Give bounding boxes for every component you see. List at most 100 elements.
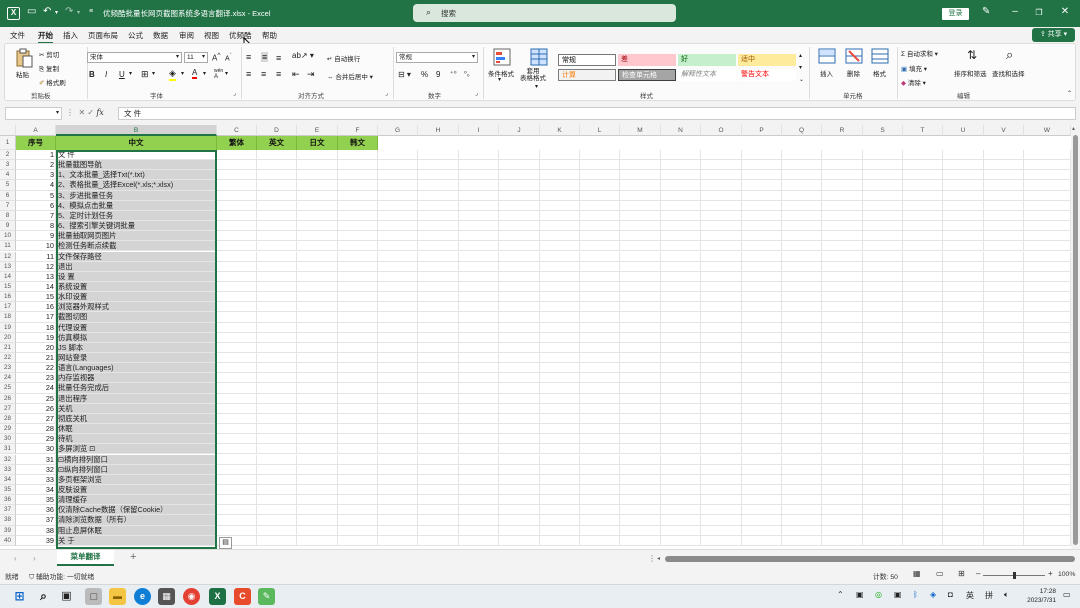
grid-cell[interactable]	[661, 261, 701, 272]
grid-cell[interactable]	[257, 261, 297, 272]
grid-cell[interactable]	[943, 383, 984, 394]
grid-cell[interactable]	[257, 322, 297, 333]
row-number-cell[interactable]: 4	[16, 180, 56, 191]
grid-cell[interactable]	[863, 251, 903, 262]
grid-cell[interactable]	[782, 393, 822, 404]
chinese-text-cell[interactable]: 阻止息屏休眠	[56, 525, 217, 536]
vertical-scrollbar[interactable]: ▴	[1071, 125, 1080, 549]
grid-cell[interactable]	[499, 150, 540, 161]
delete-cells-icon[interactable]	[845, 48, 863, 64]
grid-cell[interactable]	[540, 271, 580, 282]
grid-cell[interactable]	[943, 200, 984, 211]
grid-cell[interactable]	[1024, 383, 1071, 394]
grid-cell[interactable]	[742, 190, 782, 201]
row-header[interactable]: 9	[0, 221, 16, 232]
search-box[interactable]: ⌕ 搜索	[413, 4, 676, 22]
grid-cell[interactable]	[257, 342, 297, 353]
merge-center-button[interactable]: ⇔ 合并后居中 ▾	[327, 71, 373, 81]
grid-cell[interactable]	[459, 271, 499, 282]
grid-cell[interactable]	[499, 393, 540, 404]
grid-cell[interactable]	[378, 180, 418, 191]
grid-cell[interactable]	[903, 241, 943, 252]
grid-cell[interactable]	[984, 444, 1024, 455]
ime-mode[interactable]: 拼	[985, 590, 993, 601]
grid-cell[interactable]	[418, 190, 459, 201]
grid-cell[interactable]	[1024, 150, 1071, 161]
grid-cell[interactable]	[661, 363, 701, 374]
grid-cell[interactable]	[580, 444, 620, 455]
row-header[interactable]: 6	[0, 190, 16, 201]
grid-cell[interactable]	[378, 221, 418, 232]
column-header[interactable]: A	[16, 125, 56, 136]
tab-split-handle-icon[interactable]: ⋮	[648, 554, 656, 563]
grid-cell[interactable]	[540, 353, 580, 364]
grid-cell[interactable]	[782, 525, 822, 536]
scroll-left-icon[interactable]: ◂	[657, 555, 660, 562]
chinese-text-cell[interactable]: 3、步进批量任务	[56, 190, 217, 201]
grid-cell[interactable]	[459, 251, 499, 262]
grid-cell[interactable]	[580, 535, 620, 546]
increase-indent-icon[interactable]: ⇥	[307, 69, 315, 80]
tab-formulas[interactable]: 公式	[128, 30, 143, 41]
taskbar-search-icon[interactable]: ⌕	[35, 588, 52, 605]
undo-icon[interactable]: ↶	[43, 6, 51, 17]
grid-cell[interactable]	[418, 180, 459, 191]
grid-cell[interactable]	[984, 292, 1024, 303]
grid-cell[interactable]	[459, 413, 499, 425]
grid-cell[interactable]	[903, 393, 943, 404]
row-header[interactable]: 21	[0, 342, 16, 353]
grid-cell[interactable]	[297, 170, 338, 181]
grid-cell[interactable]	[217, 484, 257, 496]
grid-cell[interactable]	[1024, 444, 1071, 455]
sort-filter-button[interactable]: 排序和筛选	[954, 68, 987, 78]
grid-cell[interactable]	[297, 271, 338, 282]
grid-cell[interactable]	[297, 363, 338, 374]
grid-cell[interactable]	[540, 150, 580, 161]
pen-icon[interactable]: ✎	[982, 6, 990, 17]
grid-cell[interactable]	[378, 535, 418, 546]
grid-cell[interactable]	[984, 353, 1024, 364]
grid-cell[interactable]	[540, 312, 580, 323]
grid-cell[interactable]	[620, 170, 661, 181]
grid-cell[interactable]	[580, 221, 620, 232]
row-header[interactable]: 35	[0, 484, 16, 496]
grid-cell[interactable]	[217, 221, 257, 232]
grid-cell[interactable]	[459, 150, 499, 161]
grid-cell[interactable]	[338, 200, 378, 211]
row-header[interactable]: 40	[0, 535, 16, 546]
zoom-out-icon[interactable]: –	[976, 569, 980, 578]
grid-cell[interactable]	[499, 363, 540, 374]
grid-cell[interactable]	[903, 383, 943, 394]
grid-cell[interactable]	[661, 312, 701, 323]
phonetic-guide-icon[interactable]: wén A	[214, 68, 223, 80]
grid-cell[interactable]	[338, 484, 378, 496]
grid-cell[interactable]	[580, 170, 620, 181]
row-header[interactable]: 29	[0, 424, 16, 435]
grid-cell[interactable]	[863, 190, 903, 201]
grid-cell[interactable]	[984, 271, 1024, 282]
row-number-cell[interactable]: 11	[16, 251, 56, 262]
grid-cell[interactable]	[378, 495, 418, 506]
format-as-table-dropdown-icon[interactable]: ▾	[535, 83, 538, 90]
grid-cell[interactable]	[1024, 363, 1071, 374]
grid-cell[interactable]	[418, 535, 459, 546]
grid-cell[interactable]	[297, 241, 338, 252]
grid-cell[interactable]	[297, 342, 338, 353]
grid-cell[interactable]	[984, 170, 1024, 181]
grid-cell[interactable]	[499, 200, 540, 211]
grid-cell[interactable]	[984, 281, 1024, 293]
grid-cell[interactable]	[620, 474, 661, 485]
grid-cell[interactable]	[217, 464, 257, 475]
grid-cell[interactable]	[903, 444, 943, 455]
grid-cell[interactable]	[903, 505, 943, 516]
notification-icon[interactable]: ▭	[1063, 590, 1071, 599]
grid-cell[interactable]	[1024, 190, 1071, 201]
grid-cell[interactable]	[499, 332, 540, 343]
grid-cell[interactable]	[863, 271, 903, 282]
minimize-icon[interactable]: –	[1008, 6, 1022, 17]
grid-cell[interactable]	[499, 231, 540, 242]
tab-help[interactable]: 帮助	[262, 30, 277, 41]
grid-cell[interactable]	[661, 353, 701, 364]
grid-cell[interactable]	[257, 241, 297, 252]
grid-cell[interactable]	[782, 271, 822, 282]
